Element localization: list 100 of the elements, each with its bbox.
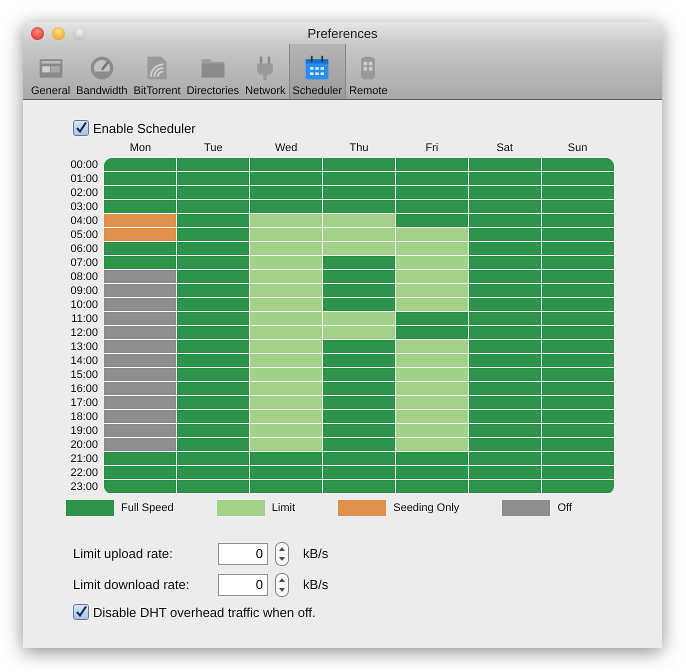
schedule-cell[interactable] [469, 340, 541, 353]
schedule-cell[interactable] [250, 424, 322, 437]
schedule-cell[interactable] [250, 354, 322, 367]
schedule-cell[interactable] [250, 382, 322, 395]
schedule-cell[interactable] [396, 200, 468, 213]
schedule-cell[interactable] [104, 424, 176, 437]
schedule-cell[interactable] [250, 410, 322, 423]
schedule-cell[interactable] [250, 270, 322, 283]
schedule-cell[interactable] [323, 368, 395, 381]
schedule-cell[interactable] [396, 410, 468, 423]
schedule-cell[interactable] [542, 368, 614, 381]
schedule-cell[interactable] [396, 214, 468, 227]
schedule-cell[interactable] [250, 298, 322, 311]
schedule-cell[interactable] [104, 382, 176, 395]
schedule-cell[interactable] [469, 396, 541, 409]
schedule-cell[interactable] [469, 424, 541, 437]
schedule-cell[interactable] [177, 158, 249, 171]
schedule-cell[interactable] [469, 256, 541, 269]
schedule-cell[interactable] [250, 480, 322, 493]
schedule-cell[interactable] [104, 326, 176, 339]
schedule-cell[interactable] [250, 214, 322, 227]
schedule-cell[interactable] [469, 312, 541, 325]
schedule-cell[interactable] [177, 340, 249, 353]
schedule-cell[interactable] [469, 298, 541, 311]
schedule-cell[interactable] [323, 466, 395, 479]
enable-scheduler-checkbox[interactable] [73, 120, 89, 136]
schedule-cell[interactable] [542, 326, 614, 339]
schedule-cell[interactable] [104, 158, 176, 171]
schedule-cell[interactable] [104, 466, 176, 479]
schedule-cell[interactable] [542, 452, 614, 465]
schedule-cell[interactable] [542, 270, 614, 283]
minimize-button[interactable] [52, 26, 65, 40]
schedule-cell[interactable] [469, 228, 541, 241]
schedule-cell[interactable] [542, 228, 614, 241]
stepper-control[interactable] [275, 572, 289, 596]
schedule-cell[interactable] [542, 424, 614, 437]
toolbar-tab[interactable]: BitTorrent [130, 44, 184, 99]
schedule-cell[interactable] [323, 312, 395, 325]
schedule-cell[interactable] [323, 270, 395, 283]
schedule-cell[interactable] [104, 270, 176, 283]
schedule-cell[interactable] [104, 298, 176, 311]
schedule-cell[interactable] [177, 368, 249, 381]
schedule-cell[interactable] [323, 186, 395, 199]
toolbar-tab[interactable]: Bandwidth [73, 44, 131, 99]
toolbar-tab[interactable]: Remote [346, 44, 391, 99]
schedule-cell[interactable] [542, 172, 614, 185]
schedule-cell[interactable] [177, 452, 249, 465]
schedule-cell[interactable] [104, 452, 176, 465]
schedule-cell[interactable] [104, 340, 176, 353]
schedule-cell[interactable] [469, 200, 541, 213]
schedule-cell[interactable] [396, 284, 468, 297]
schedule-cell[interactable] [396, 480, 468, 493]
schedule-cell[interactable] [104, 284, 176, 297]
schedule-cell[interactable] [542, 214, 614, 227]
schedule-cell[interactable] [177, 200, 249, 213]
schedule-cell[interactable] [323, 256, 395, 269]
schedule-cell[interactable] [396, 186, 468, 199]
schedule-cell[interactable] [177, 298, 249, 311]
schedule-cell[interactable] [469, 242, 541, 255]
schedule-cell[interactable] [542, 256, 614, 269]
zoom-button[interactable] [73, 26, 86, 40]
schedule-cell[interactable] [323, 452, 395, 465]
schedule-cell[interactable] [250, 200, 322, 213]
schedule-cell[interactable] [542, 186, 614, 199]
schedule-cell[interactable] [177, 354, 249, 367]
schedule-cell[interactable] [323, 424, 395, 437]
schedule-cell[interactable] [177, 172, 249, 185]
toolbar-tab[interactable]: Directories [184, 44, 242, 99]
schedule-cell[interactable] [177, 270, 249, 283]
schedule-cell[interactable] [250, 242, 322, 255]
schedule-cell[interactable] [323, 158, 395, 171]
rate-field[interactable]: 0 [218, 574, 268, 596]
schedule-cell[interactable] [323, 326, 395, 339]
schedule-cell[interactable] [396, 368, 468, 381]
toolbar-tab[interactable]: General [28, 44, 74, 99]
schedule-cell[interactable] [177, 186, 249, 199]
schedule-cell[interactable] [104, 438, 176, 451]
schedule-cell[interactable] [323, 382, 395, 395]
schedule-cell[interactable] [250, 228, 322, 241]
schedule-cell[interactable] [323, 354, 395, 367]
schedule-cell[interactable] [396, 270, 468, 283]
schedule-cell[interactable] [104, 480, 176, 493]
schedule-cell[interactable] [323, 410, 395, 423]
schedule-cell[interactable] [177, 228, 249, 241]
schedule-cell[interactable] [177, 438, 249, 451]
schedule-cell[interactable] [104, 256, 176, 269]
schedule-cell[interactable] [396, 354, 468, 367]
schedule-cell[interactable] [469, 284, 541, 297]
schedule-cell[interactable] [250, 172, 322, 185]
schedule-cell[interactable] [396, 158, 468, 171]
schedule-cell[interactable] [323, 480, 395, 493]
schedule-cell[interactable] [542, 242, 614, 255]
schedule-cell[interactable] [177, 326, 249, 339]
schedule-cell[interactable] [250, 368, 322, 381]
schedule-cell[interactable] [104, 186, 176, 199]
schedule-cell[interactable] [323, 242, 395, 255]
schedule-cell[interactable] [177, 284, 249, 297]
schedule-cell[interactable] [177, 410, 249, 423]
schedule-cell[interactable] [469, 480, 541, 493]
schedule-cell[interactable] [469, 354, 541, 367]
